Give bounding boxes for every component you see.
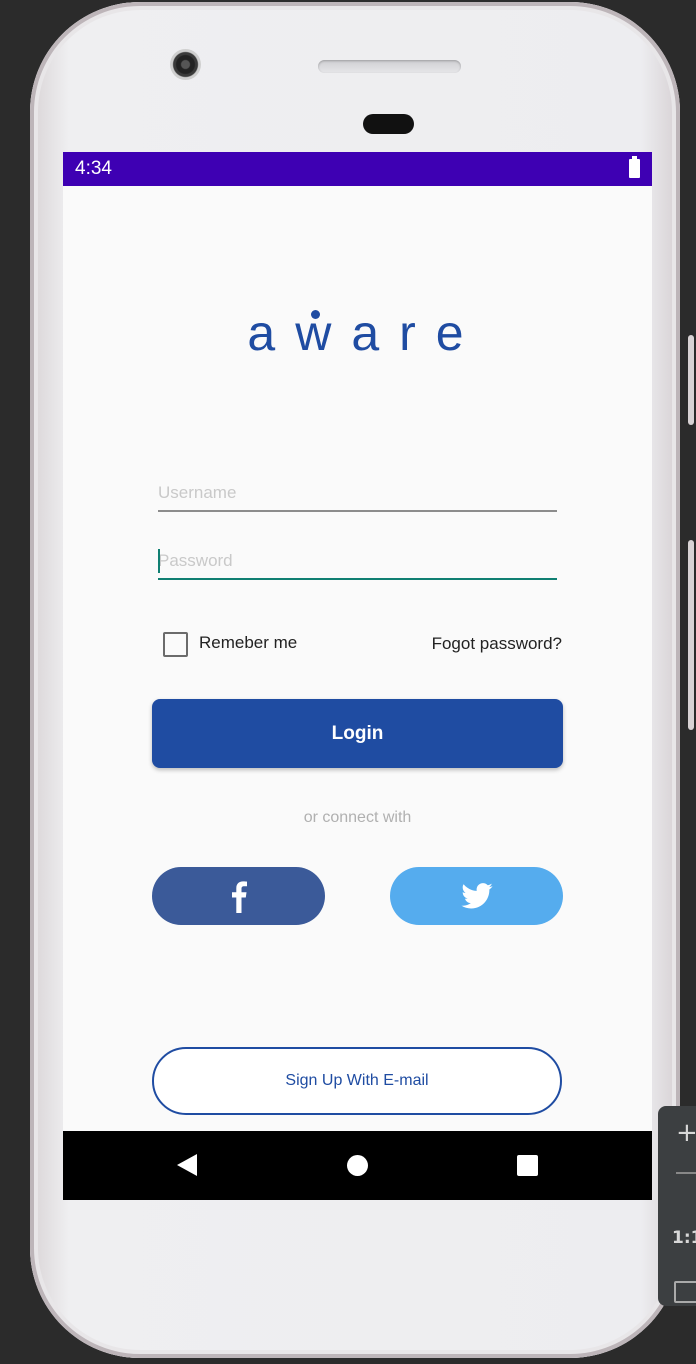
login-button[interactable]: Login xyxy=(152,699,563,768)
twitter-login-button[interactable] xyxy=(390,867,563,925)
text-cursor xyxy=(158,549,160,573)
remember-me-label[interactable]: Remeber me xyxy=(199,633,297,653)
navigation-bar xyxy=(63,1131,652,1200)
power-button xyxy=(688,540,694,730)
emulator-toolbar: + 1:1 xyxy=(658,1106,696,1306)
zoom-ratio-button[interactable]: 1:1 xyxy=(672,1228,696,1248)
signup-email-button[interactable]: Sign Up With E-mail xyxy=(152,1047,562,1115)
front-camera xyxy=(170,49,201,80)
status-time: 4:34 xyxy=(75,158,112,179)
forgot-password-link[interactable]: Fogot password? xyxy=(432,634,562,654)
zoom-in-icon[interactable]: + xyxy=(676,1118,696,1148)
connect-with-label: or connect with xyxy=(303,809,412,826)
proximity-sensor xyxy=(363,114,414,134)
password-input[interactable] xyxy=(158,544,557,580)
volume-button xyxy=(688,335,694,425)
battery-icon xyxy=(629,156,640,178)
device-screen: 4:34 aware Remeber me Fogot password? Lo… xyxy=(63,152,652,1200)
zoom-out-icon[interactable] xyxy=(676,1172,696,1174)
app-logo: aware xyxy=(247,305,484,361)
back-icon[interactable] xyxy=(177,1154,197,1176)
remember-me-checkbox[interactable] xyxy=(163,632,188,657)
home-icon[interactable] xyxy=(347,1155,368,1176)
facebook-icon xyxy=(231,881,247,913)
logo-dot xyxy=(311,310,320,319)
recents-icon[interactable] xyxy=(517,1155,538,1176)
earpiece-speaker xyxy=(318,60,461,73)
username-input[interactable] xyxy=(158,476,557,512)
twitter-icon xyxy=(460,883,493,909)
status-bar: 4:34 xyxy=(63,152,652,186)
facebook-login-button[interactable] xyxy=(152,867,325,925)
fit-screen-icon[interactable] xyxy=(674,1281,696,1303)
